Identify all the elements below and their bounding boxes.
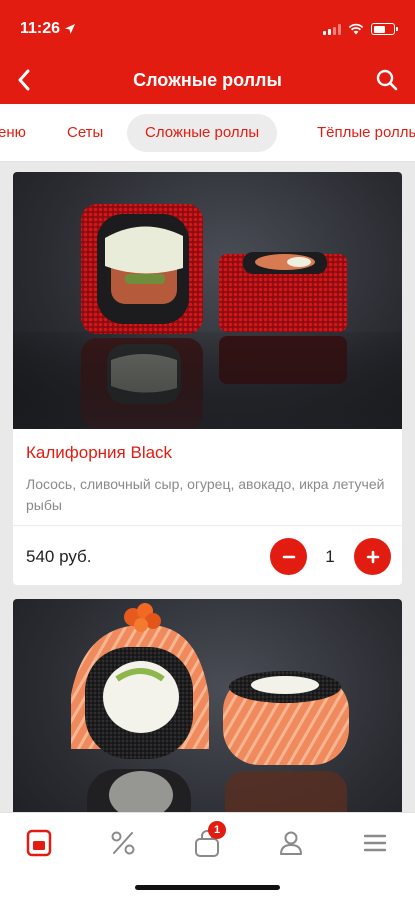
page-title: Сложные роллы [133,70,282,90]
status-time-text: 11:26 [20,20,61,37]
category-tabs: еню Сеты Сложные роллы Тёплые роллы [0,104,415,162]
search-icon [376,69,398,91]
battery-icon [371,23,398,35]
app-header: 11:26 Сложные роллы [0,0,415,104]
plus-icon [366,550,379,563]
nav-menu[interactable] [14,823,64,863]
product-description: Лосось, сливочный сыр, огурец, авокадо, … [26,476,385,513]
quantity-value: 1 [325,547,335,566]
product-photo[interactable] [13,172,402,429]
status-time: 11:26 [20,20,76,38]
product-card[interactable] [13,599,402,812]
product-name[interactable]: Калифорния Black [26,443,172,463]
product-list: Калифорния Black Лосось, сливочный сыр, … [0,162,415,812]
minus-icon [282,555,295,558]
status-bar: 11:26 [0,0,415,50]
search-button[interactable] [371,64,403,96]
nav-profile[interactable] [266,823,316,863]
home-indicator [135,885,280,890]
menu-icon [26,829,52,857]
nav-more[interactable] [350,823,400,863]
profile-icon [280,831,302,855]
tab-menu[interactable]: еню [0,114,26,152]
navigation-bar: Сложные роллы [0,56,415,104]
product-photo[interactable] [13,599,402,812]
wifi-icon [348,23,364,35]
product-card[interactable]: Калифорния Black Лосось, сливочный сыр, … [13,172,402,585]
increase-quantity-button[interactable] [354,538,391,575]
location-arrow-icon [65,24,76,34]
more-icon [363,834,387,852]
decrease-quantity-button[interactable] [270,538,307,575]
card-divider [13,525,402,526]
tab-complex-rolls[interactable]: Сложные роллы [127,114,278,152]
nav-cart[interactable]: 1 [182,821,232,863]
tab-sets[interactable]: Сеты [67,114,103,152]
black-tobiko-roll-image [13,204,402,429]
discount-icon [111,831,135,855]
bottom-navigation: 1 [0,812,415,900]
product-price: 540 руб. [26,547,92,566]
nav-discounts[interactable] [98,823,148,863]
cart-badge: 1 [208,821,226,839]
salmon-black-roll-image [71,603,349,812]
cellular-signal-icon [323,23,341,35]
tab-warm-rolls[interactable]: Тёплые роллы [317,114,415,152]
